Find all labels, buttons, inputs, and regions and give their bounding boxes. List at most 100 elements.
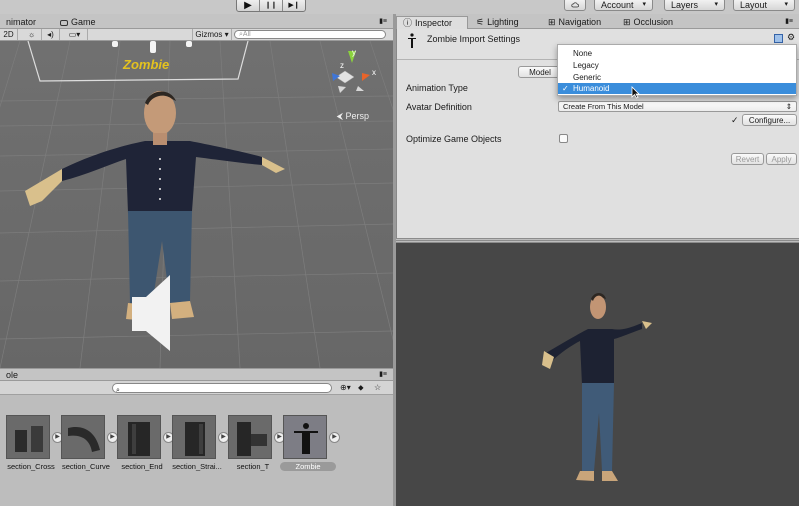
- tab-occlusion-label: Occlusion: [633, 17, 674, 27]
- asset-item[interactable]: ▶ section_End: [114, 415, 174, 471]
- tab-animator[interactable]: nimator: [0, 16, 42, 29]
- asset-label: section_Cross: [7, 462, 55, 471]
- option-label: None: [573, 49, 593, 58]
- layout-dropdown[interactable]: Layout ▾: [733, 0, 795, 11]
- revert-label: Revert: [735, 155, 760, 164]
- mode-2d-label: 2D: [3, 30, 14, 39]
- asset-label: Zombie: [280, 462, 336, 471]
- pause-button[interactable]: ❙❙: [260, 0, 283, 11]
- project-search-input[interactable]: ⌕: [112, 383, 332, 394]
- asset-label: section_T: [236, 462, 270, 471]
- tab-navigation[interactable]: ⊞ Navigation: [542, 16, 607, 29]
- playback-controls: ▶ ❙❙ ▶❙: [236, 0, 306, 12]
- scene-view[interactable]: Zombie y z x ⮜ Persp: [0, 41, 393, 368]
- asset-item[interactable]: ▶ section_Strai...: [169, 415, 229, 471]
- expand-arrow-icon[interactable]: ▶: [329, 432, 340, 443]
- tab-inspector[interactable]: ⓘ Inspector: [396, 16, 468, 29]
- audio-toggle[interactable]: ◂): [42, 29, 60, 40]
- caret-down-icon: ▾: [784, 0, 788, 8]
- account-dropdown[interactable]: Account ▾: [594, 0, 653, 11]
- apply-button[interactable]: Apply: [766, 153, 797, 165]
- tab-game[interactable]: Game: [54, 16, 102, 29]
- avatar-definition-value: Create From This Model: [563, 102, 644, 111]
- dropdown-option-legacy[interactable]: Legacy: [558, 60, 796, 71]
- scene-search-input[interactable]: ⌕All: [234, 30, 386, 39]
- tab-menu-icon[interactable]: ▮≡: [785, 17, 793, 25]
- filter-by-type-icon[interactable]: ⊕▾: [340, 383, 351, 392]
- sun-icon: ☼: [27, 30, 36, 39]
- dropdown-option-generic[interactable]: Generic: [558, 72, 796, 83]
- tab-occlusion[interactable]: ⊞ Occlusion: [617, 16, 679, 29]
- layers-dropdown[interactable]: Layers ▾: [664, 0, 725, 11]
- preview-zombie-figure: [542, 293, 652, 481]
- persp-label: Persp: [345, 111, 369, 121]
- dropdown-option-none[interactable]: None: [558, 48, 796, 59]
- mode-2d-toggle[interactable]: 2D: [0, 29, 18, 40]
- model-preview[interactable]: [396, 243, 799, 506]
- asset-item[interactable]: ▶ section_Cross: [3, 415, 63, 471]
- tab-animator-label: nimator: [6, 17, 37, 27]
- gizmos-label: Gizmos: [195, 30, 223, 39]
- configure-label: Configure...: [748, 116, 791, 125]
- gizmo-axis-z-label: z: [340, 61, 344, 70]
- zombie-sign-text: Zombie: [123, 57, 170, 72]
- scene-search-placeholder: All: [242, 31, 251, 38]
- scene-toolbar: 2D ☼ ◂) ▭▾ Gizmos ▾ ⌕All: [0, 29, 393, 41]
- inspector-tab-bar: ⓘ Inspector ⚟ Lighting ⊞ Navigation ⊞ Occlus…: [396, 14, 799, 29]
- option-label: Humanoid: [573, 84, 610, 93]
- asset-thumbnail: ▶: [61, 415, 118, 459]
- gizmo-axis-x-label: x: [372, 68, 376, 77]
- configure-button[interactable]: Configure...: [742, 114, 797, 126]
- filter-by-label-icon[interactable]: ⬥: [358, 383, 364, 393]
- gizmos-dropdown[interactable]: Gizmos ▾: [192, 29, 232, 40]
- avatar-definition-select[interactable]: Create From This Model ⇕: [558, 101, 797, 112]
- image-icon: ▭▾: [68, 30, 81, 39]
- effects-dropdown[interactable]: ▭▾: [62, 29, 88, 40]
- select-arrows-icon: ⇕: [785, 102, 792, 111]
- model-tab-button[interactable]: Model: [518, 66, 562, 78]
- mouse-cursor-icon: [631, 86, 640, 99]
- open-settings-icon[interactable]: [774, 34, 783, 43]
- preview-character: [542, 293, 652, 481]
- asset-label: section_Strai...: [172, 462, 222, 471]
- tab-lighting[interactable]: ⚟ Lighting: [470, 16, 525, 29]
- project-tab-bar: ole ▮≡: [0, 368, 393, 381]
- layout-label: Layout: [740, 0, 768, 10]
- asset-thumbnail: ▶: [172, 415, 229, 459]
- tab-menu-icon[interactable]: ▮≡: [379, 370, 387, 378]
- lighting-toggle[interactable]: ☼: [22, 29, 42, 40]
- asset-thumbnail: ▶: [117, 415, 174, 459]
- tab-menu-icon[interactable]: ▮≡: [379, 17, 387, 25]
- revert-button[interactable]: Revert: [731, 153, 764, 165]
- asset-item[interactable]: ▶ section_T: [225, 415, 285, 471]
- avatar-definition-label: Avatar Definition: [406, 102, 472, 112]
- project-toolbar: ⌕ ⊕▾ ⬥ ☆: [0, 381, 393, 395]
- speaker-icon: ◂): [47, 30, 54, 39]
- persp-toggle[interactable]: ⮜ Persp: [337, 111, 369, 122]
- layers-label: Layers: [671, 0, 699, 10]
- cloud-icon: [571, 1, 579, 7]
- model-tab-label: Model: [529, 68, 551, 77]
- dropdown-option-humanoid[interactable]: ✓ Humanoid: [558, 83, 796, 94]
- lighting-icon: ⚟: [476, 17, 485, 27]
- asset-thumbnail: ▶: [6, 415, 63, 459]
- optimize-game-objects-checkbox[interactable]: [559, 134, 568, 143]
- apply-label: Apply: [771, 155, 792, 164]
- caret-down-icon: ▾: [714, 0, 718, 8]
- tab-inspector-label: Inspector: [415, 17, 453, 28]
- favorite-star-icon[interactable]: ☆: [374, 383, 381, 392]
- t-piece-icon: [237, 422, 267, 456]
- scene-tab-bar: nimator Game ▮≡: [0, 14, 393, 29]
- project-asset-grid: ▶ section_Cross ▶ section_Curve ▶ sectio…: [0, 395, 393, 506]
- step-button[interactable]: ▶❙: [283, 0, 305, 11]
- asset-item[interactable]: ▶ section_Curve: [58, 415, 118, 471]
- scene-viewport-graphics: [0, 41, 393, 368]
- animation-type-label: Animation Type: [406, 83, 468, 93]
- cloud-button[interactable]: [564, 0, 586, 11]
- occlusion-icon: ⊞: [623, 17, 631, 27]
- play-button[interactable]: ▶: [237, 0, 260, 11]
- gear-icon[interactable]: ⚙: [787, 32, 795, 43]
- account-label: Account: [601, 0, 634, 10]
- info-icon: ⓘ: [403, 17, 413, 28]
- asset-item-selected[interactable]: ▶ Zombie: [280, 415, 340, 471]
